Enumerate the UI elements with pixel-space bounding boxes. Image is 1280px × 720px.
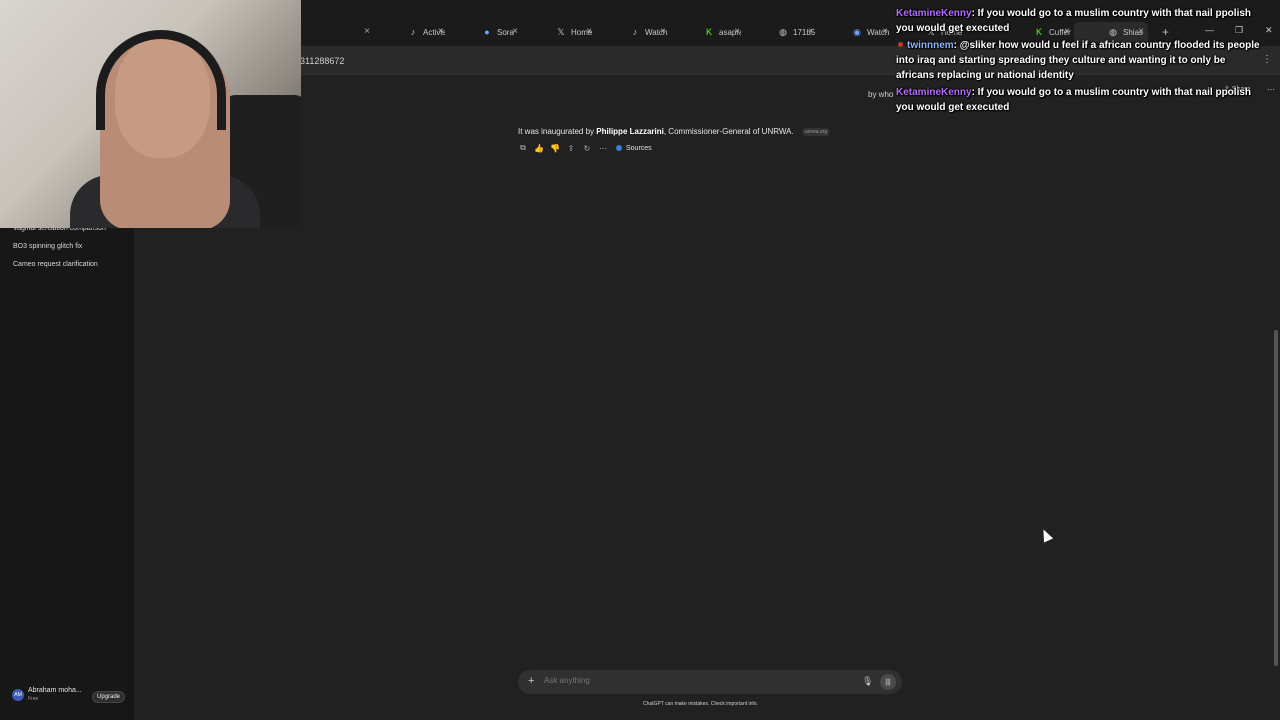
user-name: Abraham moha... bbox=[28, 687, 82, 694]
chat-badge-icon bbox=[898, 42, 903, 47]
webcam-overlay bbox=[0, 0, 301, 228]
chat-username: KetamineKenny bbox=[896, 8, 972, 19]
browser-tab[interactable]: × bbox=[300, 22, 374, 42]
sources-icon bbox=[616, 145, 622, 151]
by-who-text: by who bbox=[868, 90, 894, 99]
more-icon[interactable]: ⋯ bbox=[598, 143, 608, 153]
upgrade-button[interactable]: Upgrade bbox=[92, 691, 126, 703]
window-close-icon[interactable]: ✕ bbox=[1265, 25, 1273, 36]
browser-tab[interactable]: ● Sora × bbox=[448, 22, 522, 42]
browser-tab[interactable]: ♪ Activist × bbox=[374, 22, 448, 42]
message-actions: ⧉ 👍 👎 ⇪ ↻ ⋯ Sources bbox=[518, 143, 652, 153]
globe-icon: ◍ bbox=[779, 26, 787, 37]
chatgpt-icon: ◉ bbox=[853, 26, 861, 37]
user-profile[interactable]: AM Abraham moha... Free bbox=[12, 686, 82, 704]
assistant-message: It was inaugurated by Philippe Lazzarini… bbox=[518, 127, 831, 136]
kick-icon: K bbox=[705, 27, 712, 37]
regenerate-icon[interactable]: ↻ bbox=[582, 143, 592, 153]
prompt-input[interactable] bbox=[544, 676, 844, 685]
sidebar-chat-item[interactable]: BO3 spinning glitch fix bbox=[13, 243, 82, 250]
avatar: AM bbox=[12, 689, 24, 701]
source-chip[interactable]: unrwa.org bbox=[801, 127, 831, 136]
voice-mode-icon[interactable]: ||| bbox=[880, 674, 896, 690]
disclaimer: ChatGPT can make mistakes. Check importa… bbox=[643, 701, 758, 707]
tab-close-icon[interactable]: × bbox=[364, 26, 370, 37]
more-options-icon[interactable]: ⋯ bbox=[1267, 85, 1275, 94]
mouse-cursor-icon bbox=[1038, 527, 1054, 543]
sources-label: Sources bbox=[626, 144, 652, 152]
browser-tab[interactable]: ♪ Watch ! × bbox=[596, 22, 670, 42]
tab-close-icon[interactable]: × bbox=[438, 26, 444, 37]
tiktok-icon: ♪ bbox=[410, 27, 416, 37]
copy-icon[interactable]: ⧉ bbox=[518, 143, 528, 153]
plus-icon[interactable]: + bbox=[528, 675, 534, 687]
chat-message: twinnnem: @sliker how would u feel if a … bbox=[896, 38, 1266, 83]
chat-username: KetamineKenny bbox=[896, 87, 972, 98]
tab-close-icon[interactable]: × bbox=[512, 26, 518, 37]
tiktok-icon: ♪ bbox=[632, 27, 638, 37]
message-prefix: It was inaugurated by bbox=[518, 127, 597, 136]
sources-button[interactable]: Sources bbox=[616, 145, 652, 152]
microphone-icon[interactable]: 🎙 bbox=[862, 676, 873, 687]
message-suffix: , Commissioner-General of UNRWA. bbox=[663, 127, 794, 136]
thumbs-down-icon[interactable]: 👎 bbox=[550, 143, 560, 153]
browser-tab[interactable]: ◉ Watch × bbox=[818, 22, 892, 42]
chat-message: KetamineKenny: If you would go to a musl… bbox=[896, 6, 1266, 36]
tab-close-icon[interactable]: × bbox=[882, 26, 888, 37]
sidebar-chat-item[interactable]: Cameo request clarification bbox=[13, 261, 98, 268]
tab-close-icon[interactable]: × bbox=[660, 26, 666, 37]
chat-overlay: KetamineKenny: If you would go to a musl… bbox=[896, 6, 1266, 117]
browser-tab[interactable]: K asapran × bbox=[670, 22, 744, 42]
message-bold: Philippe Lazzarini bbox=[596, 127, 664, 136]
tab-close-icon[interactable]: × bbox=[734, 26, 740, 37]
chat-username: twinnnem bbox=[907, 40, 954, 51]
sora-icon: ● bbox=[484, 27, 490, 37]
share-icon[interactable]: ⇪ bbox=[566, 143, 576, 153]
composer: + 🎙 ||| bbox=[518, 670, 902, 694]
scrollbar[interactable] bbox=[1274, 330, 1278, 666]
tab-close-icon[interactable]: × bbox=[808, 26, 814, 37]
tab-close-icon[interactable]: × bbox=[586, 26, 592, 37]
thumbs-up-icon[interactable]: 👍 bbox=[534, 143, 544, 153]
browser-tab[interactable]: 𝕏 Home / × bbox=[522, 22, 596, 42]
address-text[interactable]: 311288672 bbox=[300, 56, 344, 66]
browser-tab[interactable]: ◍ 171b58 × bbox=[744, 22, 818, 42]
chat-message: KetamineKenny: If you would go to a musl… bbox=[896, 85, 1266, 115]
user-plan: Free bbox=[28, 696, 39, 702]
webcam-headset bbox=[96, 30, 226, 130]
x-icon: 𝕏 bbox=[557, 26, 565, 37]
